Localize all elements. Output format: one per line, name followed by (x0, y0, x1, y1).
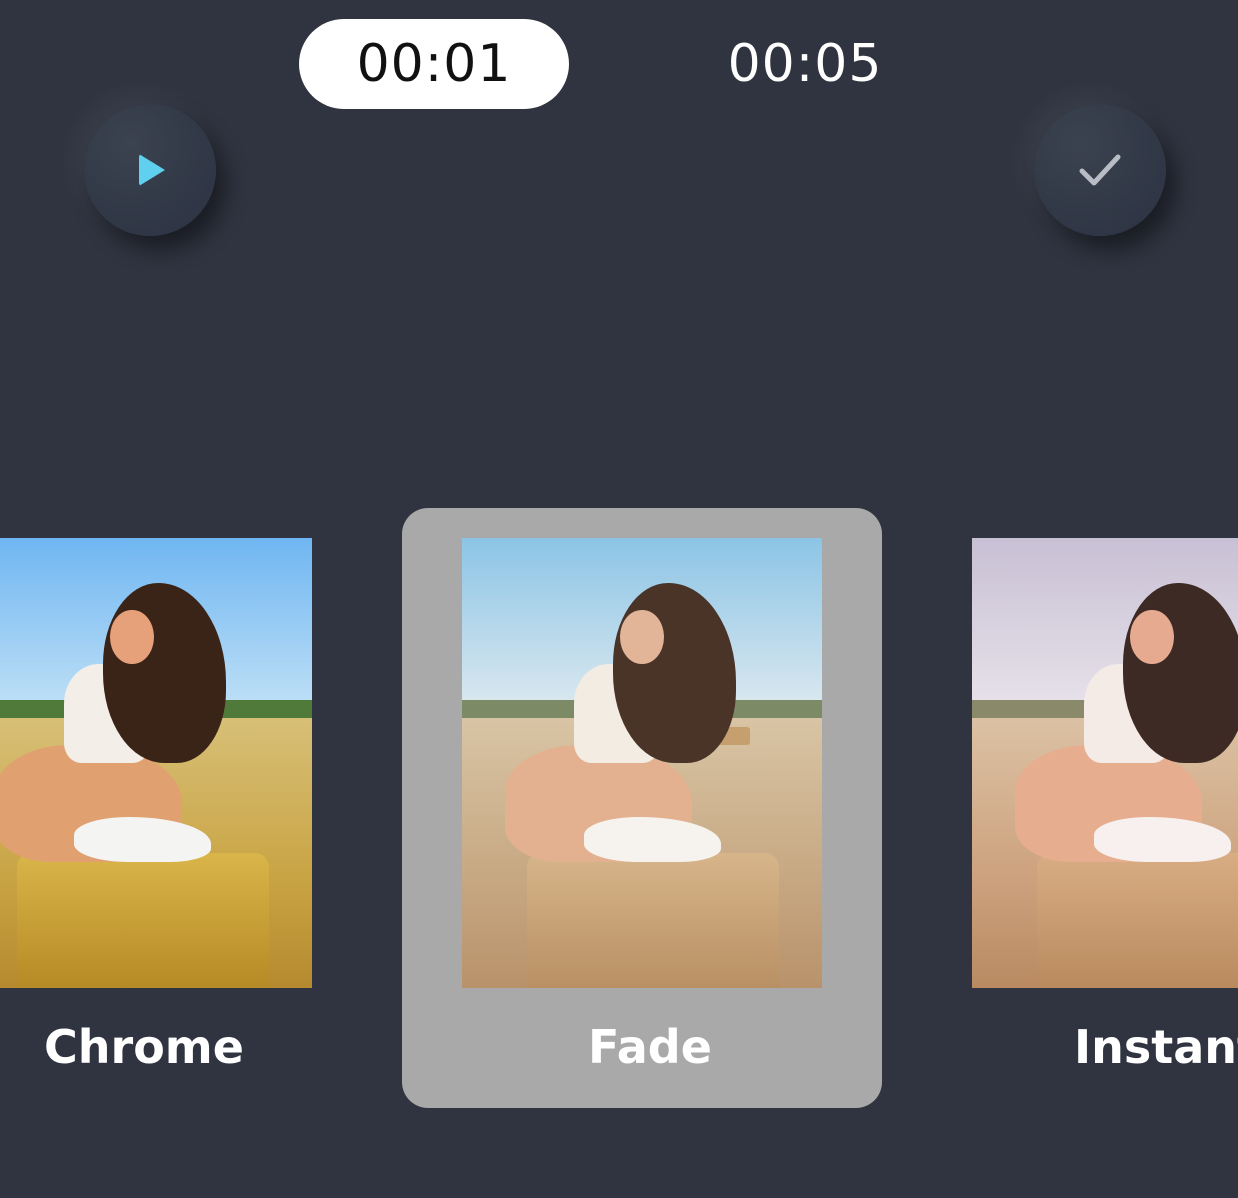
play-button[interactable] (84, 104, 216, 236)
filter-instant-thumbnail (972, 538, 1238, 988)
play-icon (139, 154, 165, 186)
filter-chrome-thumbnail (0, 538, 312, 988)
filter-instant-label: Instant (1074, 1020, 1238, 1074)
filter-chrome-label: Chrome (44, 1020, 244, 1074)
end-time-label: 00:05 (727, 34, 883, 94)
checkmark-icon (1079, 154, 1121, 186)
current-time-pill[interactable]: 00:01 (299, 19, 569, 109)
filter-fade-label: Fade (588, 1020, 712, 1074)
confirm-button[interactable] (1034, 104, 1166, 236)
filter-fade-thumbnail (462, 538, 822, 988)
